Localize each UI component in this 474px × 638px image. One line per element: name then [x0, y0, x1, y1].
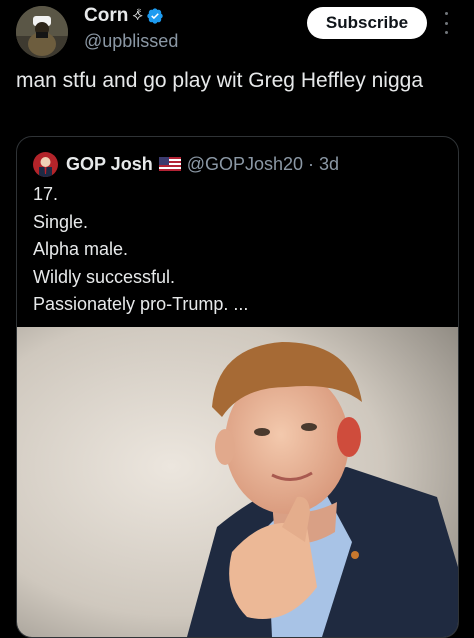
quote-line: Single. — [33, 211, 89, 232]
quote-line: Alpha male. — [33, 239, 129, 259]
quote-handle[interactable]: @GOPJosh20 — [187, 154, 303, 175]
quote-header: GOP Josh @GOPJosh20 · 3d — [33, 151, 339, 177]
quoted-tweet[interactable]: GOP Josh @GOPJosh20 · 3d 17. Single. Alp… — [16, 136, 459, 638]
quote-separator: · — [308, 153, 315, 174]
quote-author-avatar[interactable] — [33, 151, 58, 177]
quote-text: 17. Single. Alpha male. Wildly successfu… — [33, 181, 443, 319]
dot — [444, 21, 448, 25]
quote-line: Passionately pro-Trump. ... — [33, 294, 249, 314]
name-decoration: ⟡⃰ — [132, 7, 143, 24]
dot — [444, 31, 448, 34]
quote-display-name[interactable]: GOP Josh — [66, 154, 153, 175]
author-avatar[interactable] — [16, 6, 68, 58]
author-info: Corn ⟡⃰ @upblissed — [84, 4, 178, 52]
more-options-icon[interactable] — [438, 12, 454, 34]
tweet-text: man stfu and go play wit Greg Heffley ni… — [16, 69, 424, 92]
quote-line: Wildly successful. — [33, 266, 176, 287]
display-name-row: Corn ⟡⃰ — [84, 4, 178, 28]
author-display-name[interactable]: Corn — [84, 5, 128, 27]
quote-media-photo[interactable] — [17, 327, 458, 637]
quote-line: 17. — [33, 184, 59, 204]
subscribe-button[interactable]: Subscribe — [307, 7, 427, 39]
verified-badge-icon — [146, 7, 164, 25]
quote-timestamp[interactable]: 3d — [319, 154, 339, 175]
tweet: Corn ⟡⃰ @upblissed Subscribe man stfu an… — [0, 0, 474, 638]
us-flag-icon — [158, 157, 181, 171]
author-handle[interactable]: @upblissed — [84, 31, 178, 52]
dot — [444, 12, 448, 15]
